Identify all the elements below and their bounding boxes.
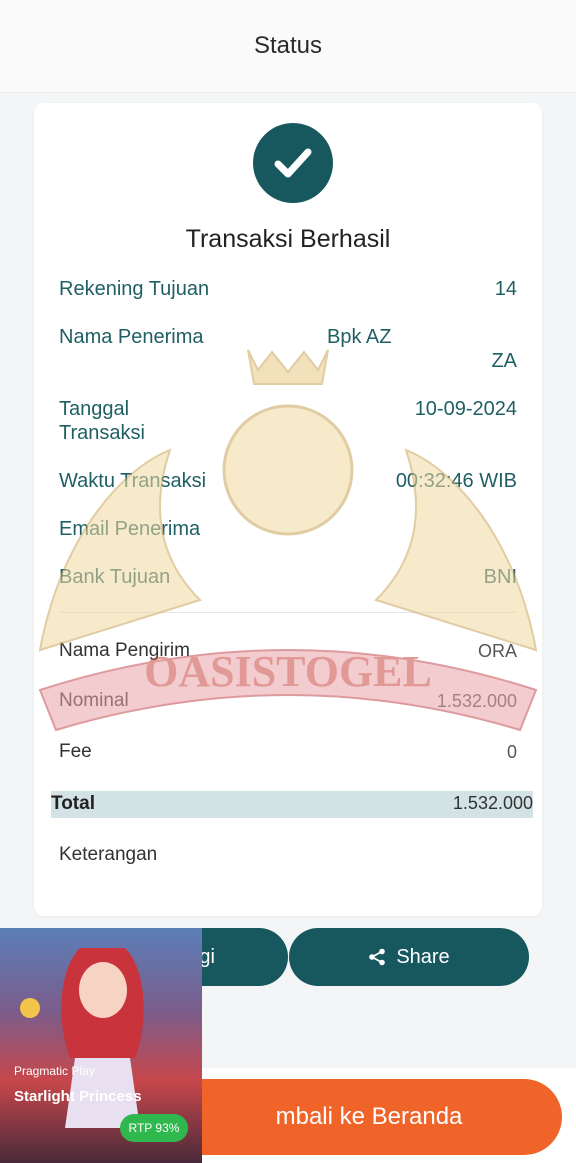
label-tanggal-transaksi-2: Transaksi xyxy=(59,422,145,444)
promo-popup[interactable]: Pragmatic Play Starlight Princess RTP 93… xyxy=(0,928,202,1163)
value-waktu-transaksi: 00:32:46 WIB xyxy=(395,470,517,492)
label-nominal: Nominal xyxy=(59,690,129,711)
total-label: Total xyxy=(51,793,95,814)
top-header: Status xyxy=(0,0,576,93)
label-bank-tujuan: Bank Tujuan xyxy=(59,566,171,588)
label-keterangan: Keterangan xyxy=(59,844,158,865)
share-button[interactable]: Share xyxy=(289,928,529,986)
page-title: Status xyxy=(253,32,323,59)
label-nama-penerima: Nama Penerima xyxy=(59,326,204,348)
promo-provider: Pragmatic Play xyxy=(14,1064,95,1078)
value-nominal: 1.532.000 xyxy=(436,691,517,711)
label-email-penerima: Email Penerima xyxy=(59,518,201,540)
receipt-card: Transaksi Berhasil Rekening Tujuan 14 Na… xyxy=(34,103,542,916)
value-nama-penerima-1: Bpk AZ xyxy=(327,326,392,348)
value-fee: 0 xyxy=(506,742,517,762)
success-check-icon xyxy=(253,123,333,203)
promo-game-title: Starlight Princess xyxy=(14,1088,142,1105)
label-tanggal-transaksi-1: Tanggal xyxy=(59,398,130,420)
value-bank-tujuan: BNI xyxy=(483,566,517,588)
status-title: Transaksi Berhasil xyxy=(185,225,391,253)
value-tanggal-transaksi: 10-09-2024 xyxy=(414,398,517,420)
share-label: Share xyxy=(396,945,450,968)
label-waktu-transaksi: Waktu Transaksi xyxy=(59,470,207,492)
label-fee: Fee xyxy=(59,741,92,762)
share-icon xyxy=(369,948,386,966)
label-nama-pengirim: Nama Pengirim xyxy=(59,640,190,661)
rtp-badge: RTP 93% xyxy=(120,1114,188,1142)
total-row: Total 1.532.000 xyxy=(51,791,533,818)
value-nama-penerima-2: ZA xyxy=(491,350,517,372)
value-nama-pengirim: ORA xyxy=(477,641,517,661)
back-home-label: mbali ke Beranda xyxy=(275,1103,463,1130)
label-rekening-tujuan: Rekening Tujuan xyxy=(59,278,210,300)
value-rekening-tujuan: 14 xyxy=(494,278,517,300)
total-value: 1.532.000 xyxy=(452,793,533,813)
section-divider xyxy=(59,612,517,613)
